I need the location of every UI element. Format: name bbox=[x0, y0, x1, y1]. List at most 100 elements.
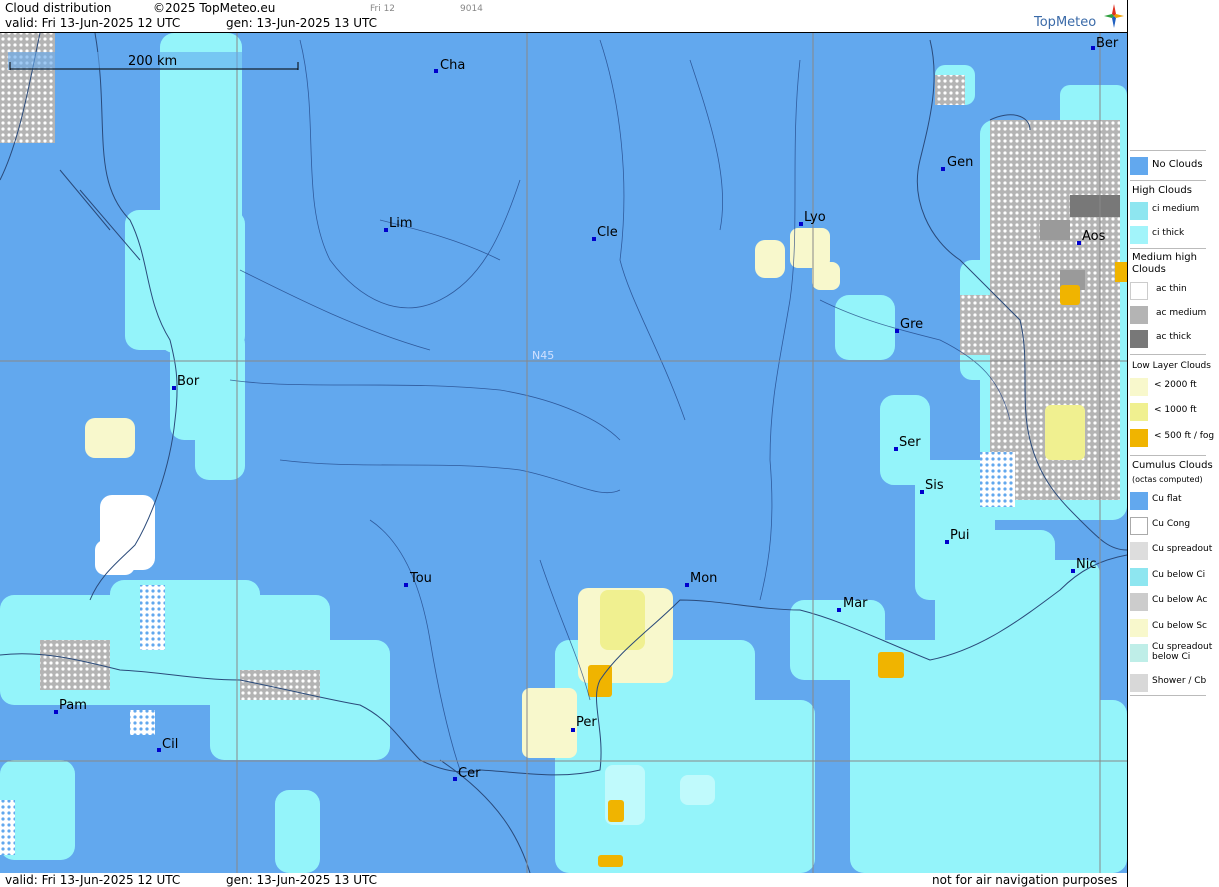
legend-swatch bbox=[1130, 157, 1148, 175]
legend-cu-flat: Cu flat bbox=[1130, 490, 1206, 512]
copyright: ©2025 TopMeteo.eu bbox=[153, 1, 276, 15]
map-footer: valid: Fri 13-Jun-2025 12 UTC gen: 13-Ju… bbox=[0, 873, 1127, 887]
legend-label: No Clouds bbox=[1152, 159, 1203, 170]
city-label-pui[interactable]: Pui bbox=[950, 528, 969, 543]
header-small-text-1: Fri 12 bbox=[370, 4, 396, 14]
city-dot bbox=[172, 386, 176, 390]
legend-swatch bbox=[1130, 226, 1148, 244]
legend-label: Cu below Sc bbox=[1152, 621, 1207, 631]
city-dot bbox=[157, 748, 161, 752]
city-dot bbox=[920, 490, 924, 494]
legend-swatch bbox=[1130, 517, 1148, 535]
city-label-aos[interactable]: Aos bbox=[1082, 229, 1106, 244]
legend-swatch bbox=[1130, 306, 1148, 324]
city-dot bbox=[799, 222, 803, 226]
legend-ci-medium: ci medium bbox=[1130, 200, 1206, 222]
city-dot bbox=[895, 329, 899, 333]
city-dot bbox=[453, 777, 457, 781]
city-label-cha[interactable]: Cha bbox=[440, 58, 465, 73]
city-label-lyo[interactable]: Lyo bbox=[804, 210, 826, 225]
city-label-cer[interactable]: Cer bbox=[458, 766, 481, 781]
legend-cu-below-ci: Cu below Ci bbox=[1130, 566, 1206, 588]
city-dot bbox=[941, 167, 945, 171]
legend-ac-thin: ac thin bbox=[1130, 280, 1206, 302]
legend-label: Cu below Ac bbox=[1152, 595, 1208, 605]
legend-swatch bbox=[1130, 542, 1148, 560]
city-label-cil[interactable]: Cil bbox=[162, 737, 178, 752]
legend-low-2000: < 2000 ft bbox=[1130, 376, 1206, 398]
legend-header-high: High Clouds bbox=[1132, 185, 1192, 196]
legend-header-low: Low Layer Clouds bbox=[1132, 361, 1211, 371]
city-label-ber[interactable]: Ber bbox=[1096, 36, 1119, 51]
legend-label: Shower / Cb bbox=[1152, 676, 1207, 686]
legend-swatch bbox=[1130, 378, 1148, 396]
legend-divider bbox=[1130, 695, 1206, 696]
footer-valid-time: valid: Fri 13-Jun-2025 12 UTC bbox=[5, 873, 181, 887]
city-dot bbox=[592, 237, 596, 241]
legend-header-medium: Medium high Clouds bbox=[1132, 252, 1197, 275]
footer-disclaimer: not for air navigation purposes bbox=[932, 873, 1118, 887]
city-dot bbox=[571, 728, 575, 732]
valid-time: valid: Fri 13-Jun-2025 12 UTC bbox=[5, 16, 181, 30]
logo-text: TopMeteo bbox=[1034, 15, 1097, 30]
footer-generated-time: gen: 13-Jun-2025 13 UTC bbox=[226, 873, 378, 887]
legend-cu-below-sc: Cu below Sc bbox=[1130, 617, 1207, 639]
legend-divider bbox=[1130, 150, 1206, 151]
legend-divider bbox=[1130, 455, 1206, 456]
legend-no-clouds: No Clouds bbox=[1130, 155, 1206, 177]
city-dot bbox=[945, 540, 949, 544]
city-label-bor[interactable]: Bor bbox=[177, 374, 200, 389]
legend-swatch bbox=[1130, 619, 1148, 637]
latitude-label: N45 bbox=[532, 349, 554, 362]
city-dot bbox=[894, 447, 898, 451]
city-label-gen[interactable]: Gen bbox=[947, 155, 973, 170]
legend-swatch bbox=[1130, 330, 1148, 348]
city-label-mon[interactable]: Mon bbox=[690, 571, 717, 586]
legend-swatch bbox=[1130, 674, 1148, 692]
legend-sub-octas: (octas computed) bbox=[1132, 475, 1203, 484]
header-small-text-2: 9014 bbox=[460, 4, 483, 14]
legend-cu-below-ac: Cu below Ac bbox=[1130, 591, 1208, 613]
city-label-tou[interactable]: Tou bbox=[409, 571, 432, 586]
legend-divider bbox=[1130, 354, 1206, 355]
legend-swatch bbox=[1130, 568, 1148, 586]
legend-swatch bbox=[1130, 644, 1148, 662]
legend-divider bbox=[1130, 180, 1206, 181]
legend-header-cumulus: Cumulus Clouds bbox=[1132, 460, 1213, 471]
legend-cu-cong: Cu Cong bbox=[1130, 515, 1206, 537]
city-dot bbox=[54, 710, 58, 714]
legend-label: ac thick bbox=[1156, 332, 1192, 342]
legend-label: Cu flat bbox=[1152, 494, 1182, 504]
legend-ac-thick: ac thick bbox=[1130, 328, 1206, 350]
cloud-map[interactable]: N45 200 km Cha Ber Gen Lim Cle Lyo Aos G… bbox=[0, 33, 1127, 873]
legend-ci-thick: ci thick bbox=[1130, 224, 1206, 246]
city-label-mar[interactable]: Mar bbox=[843, 596, 868, 611]
city-dot bbox=[384, 228, 388, 232]
legend-swatch bbox=[1130, 282, 1148, 300]
city-label-cle[interactable]: Cle bbox=[597, 225, 618, 240]
city-label-per[interactable]: Per bbox=[576, 715, 597, 730]
cloud-ac-thin-areas bbox=[95, 495, 155, 575]
city-label-lim[interactable]: Lim bbox=[389, 216, 413, 231]
city-label-sis[interactable]: Sis bbox=[925, 478, 944, 493]
legend-low-500: < 500 ft / fog bbox=[1130, 427, 1214, 449]
city-dot bbox=[1071, 569, 1075, 573]
legend-swatch bbox=[1130, 403, 1148, 421]
city-label-nic[interactable]: Nic bbox=[1076, 557, 1096, 572]
legend-shower-cb: Shower / Cb bbox=[1130, 672, 1206, 694]
legend-label: ac medium bbox=[1156, 308, 1207, 318]
city-label-ser[interactable]: Ser bbox=[899, 435, 921, 450]
city-label-pam[interactable]: Pam bbox=[59, 698, 87, 713]
legend-ac-medium: ac medium bbox=[1130, 304, 1206, 326]
city-dot bbox=[685, 583, 689, 587]
legend-cu-spreadout-below-ci: Cu spreadout below Ci bbox=[1130, 642, 1212, 670]
city-dot bbox=[404, 583, 408, 587]
scale-label: 200 km bbox=[128, 54, 177, 69]
legend-label: Cu spreadout below Ci bbox=[1152, 642, 1213, 662]
city-dot bbox=[1077, 241, 1081, 245]
legend-low-1000: < 1000 ft bbox=[1130, 401, 1206, 423]
generated-time: gen: 13-Jun-2025 13 UTC bbox=[226, 16, 378, 30]
legend-label: < 2000 ft bbox=[1154, 380, 1197, 390]
map-title: Cloud distribution bbox=[5, 1, 112, 15]
city-label-gre[interactable]: Gre bbox=[900, 317, 923, 332]
